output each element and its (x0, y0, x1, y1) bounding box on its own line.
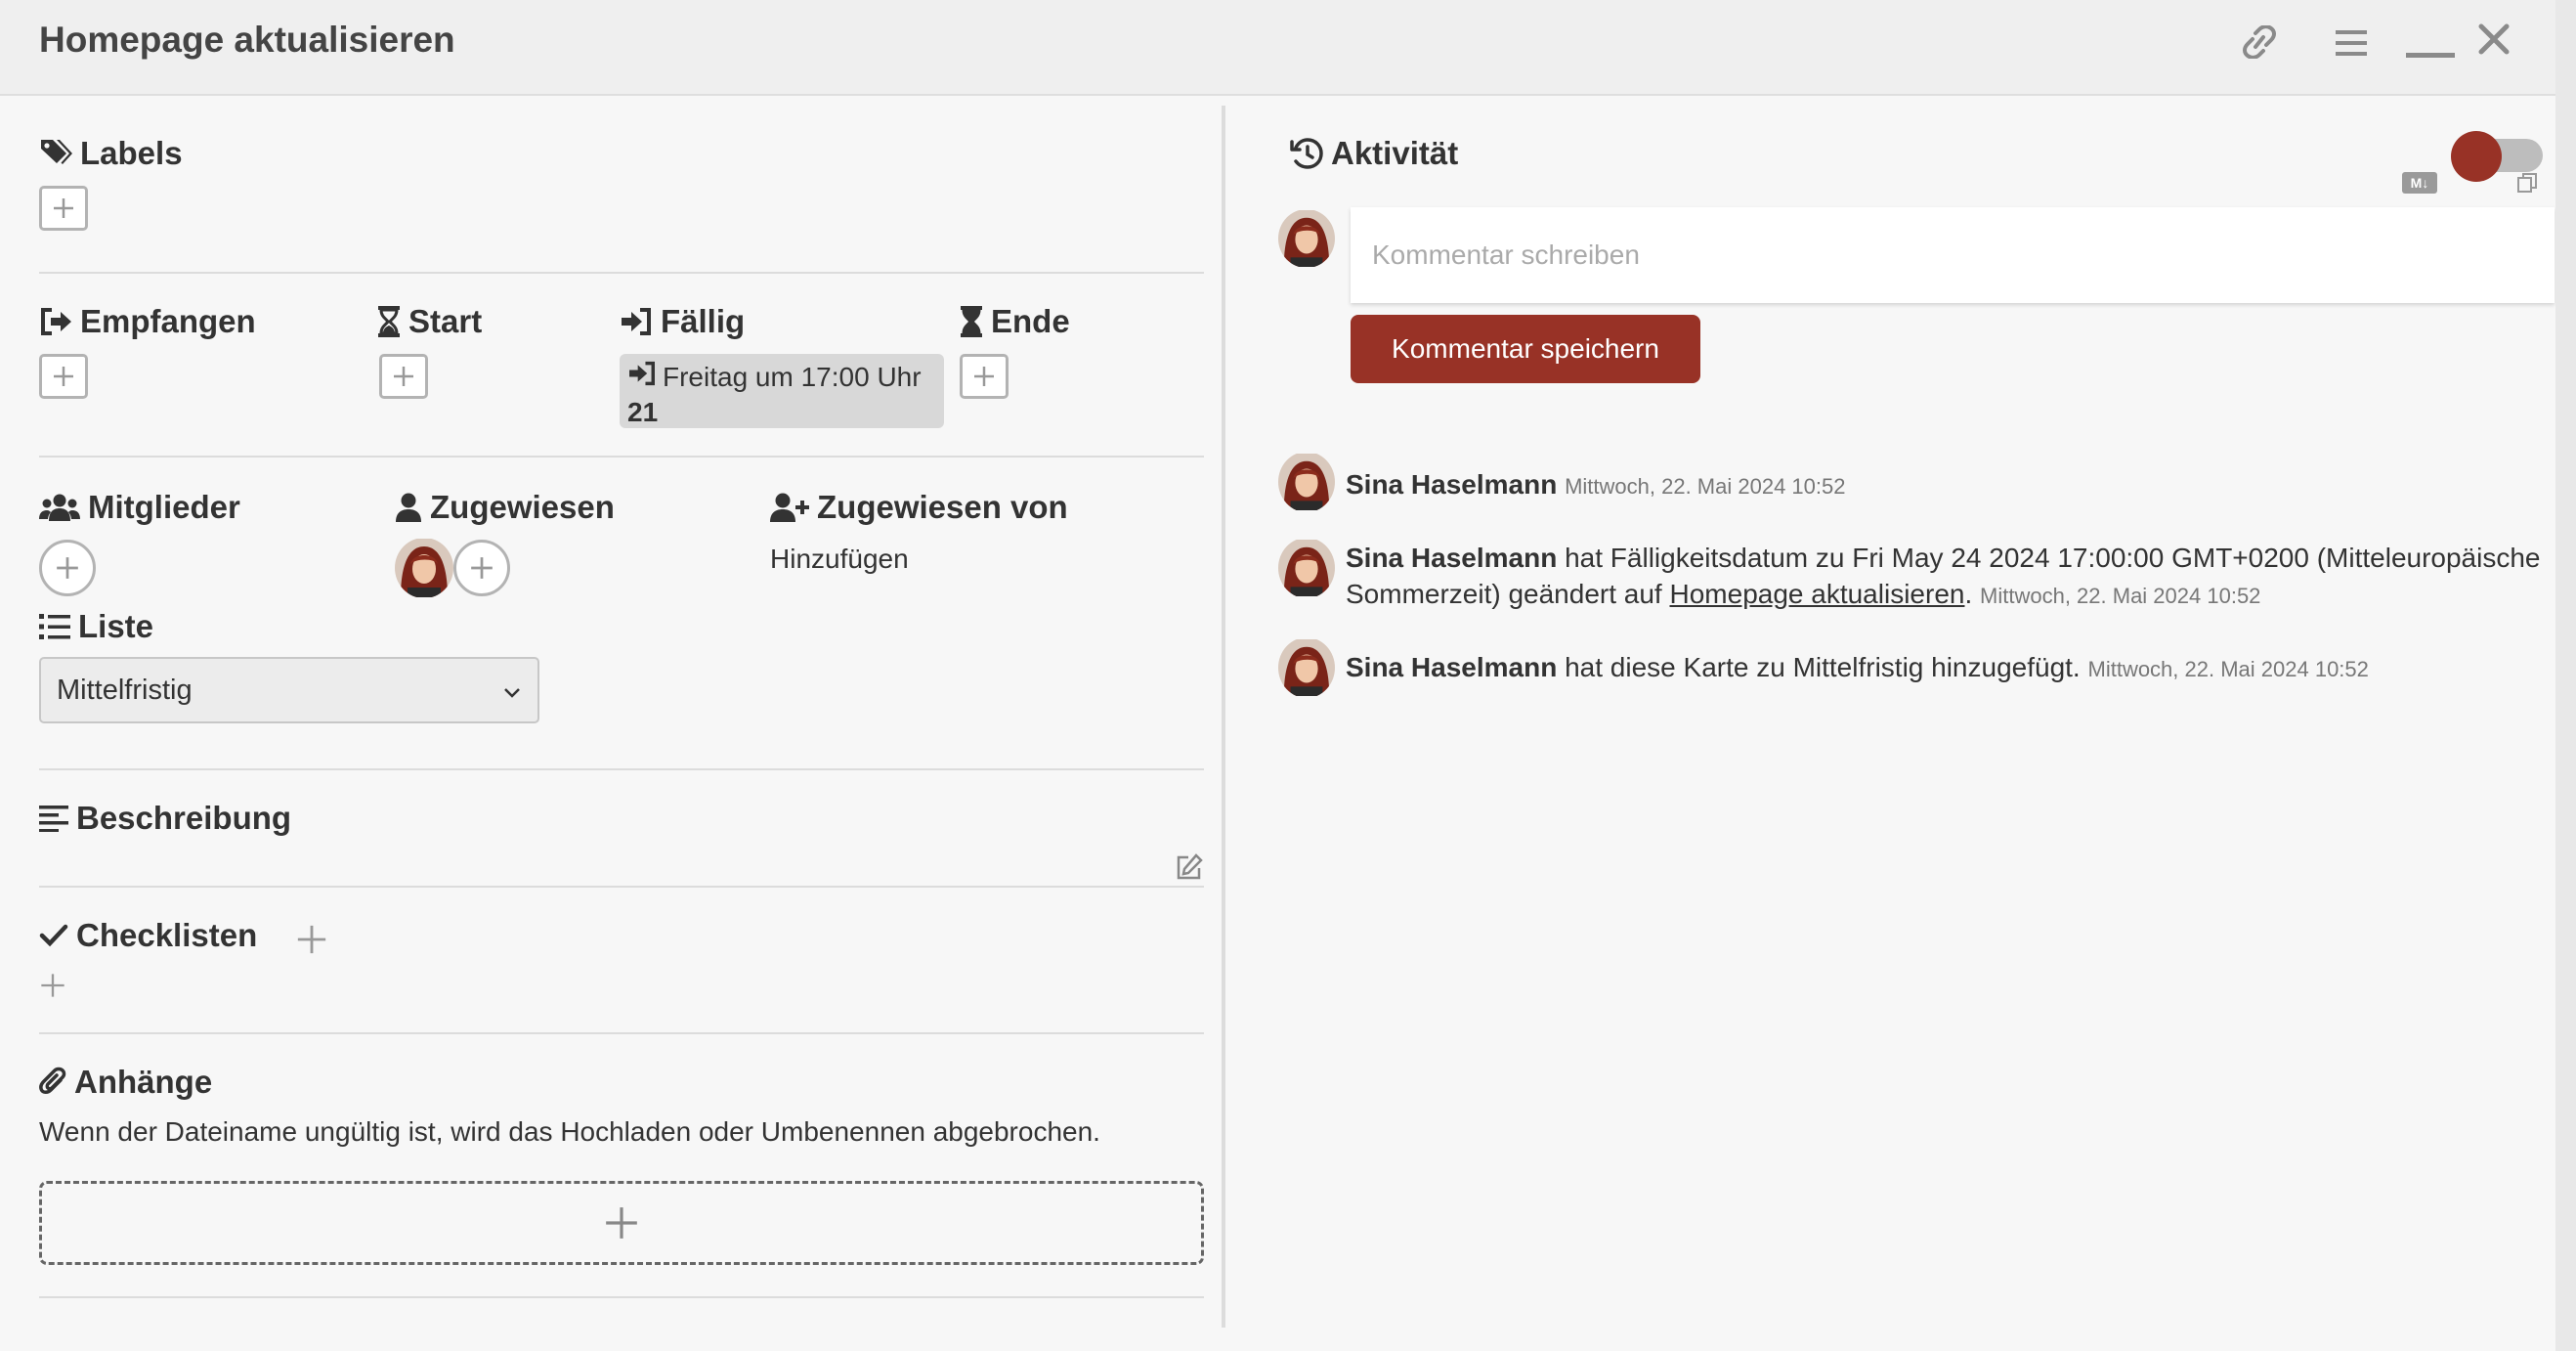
divider (39, 1296, 1204, 1298)
toggle-knob (2451, 131, 2502, 182)
list-heading: Liste (39, 608, 153, 645)
assigned-by-heading: Zugewiesen von (770, 489, 1068, 526)
divider (39, 886, 1204, 888)
history-icon (1290, 138, 1323, 169)
hourglass-end-icon (960, 306, 983, 337)
add-member-button[interactable] (39, 540, 96, 596)
received-heading: Empfangen (39, 303, 256, 340)
markdown-badge: M↓ (2402, 172, 2437, 194)
add-start-date-button[interactable] (379, 354, 428, 399)
align-left-icon (39, 805, 68, 832)
divider (39, 456, 1204, 458)
activity-avatar (1278, 452, 1335, 512)
attachments-heading: Anhänge (39, 1064, 212, 1101)
card-link[interactable]: Homepage aktualisieren (1670, 579, 1965, 609)
add-end-date-button[interactable] (960, 354, 1009, 399)
labels-heading: Labels (39, 135, 183, 172)
list-select[interactable]: Mittelfristig (39, 657, 539, 723)
comment-input[interactable] (1351, 207, 2555, 303)
add-checklist-button[interactable] (39, 972, 66, 1004)
edit-description-icon[interactable] (1175, 852, 1204, 887)
due-heading: Fällig (620, 303, 745, 340)
user-plus-icon (770, 493, 809, 522)
card-header: Homepage aktualisieren (0, 0, 2555, 96)
hourglass-start-icon (377, 306, 401, 337)
activity-item: Sina Haselmann hat diese Karte zu Mittel… (1346, 649, 2369, 687)
start-heading: Start (377, 303, 482, 340)
activity-text: hat diese Karte zu Mittelfristig hinzuge… (1565, 652, 2081, 682)
save-comment-button[interactable]: Kommentar speichern (1351, 315, 1700, 383)
activity-user[interactable]: Sina Haselmann (1346, 543, 1557, 573)
activity-text: Sommerzeit) geändert auf (1346, 579, 1662, 609)
activity-user[interactable]: Sina Haselmann (1346, 652, 1557, 682)
sign-in-icon (620, 307, 653, 336)
add-assignee-button[interactable] (453, 540, 510, 596)
add-checklist-top-button[interactable] (295, 923, 328, 961)
paperclip-icon (39, 1067, 66, 1098)
divider (39, 1032, 1204, 1034)
due-date-badge[interactable]: Freitag um 17:00 Uhr 21 (620, 354, 944, 428)
assigned-by-add-link[interactable]: Hinzufügen (770, 544, 909, 575)
card-details-panel: Homepage aktualisieren Labels Empfangen … (0, 0, 2555, 1351)
hamburger-menu-icon[interactable] (2336, 29, 2367, 57)
members-heading: Mitglieder (39, 489, 240, 526)
column-divider (1222, 106, 1225, 1328)
activity-user[interactable]: Sina Haselmann (1346, 469, 1557, 500)
activity-avatar (1278, 637, 1335, 698)
close-icon[interactable] (2478, 23, 2510, 55)
chevron-down-icon (502, 675, 522, 707)
add-received-date-button[interactable] (39, 354, 88, 399)
attachments-note: Wenn der Dateiname ungültig ist, wird da… (39, 1116, 1100, 1147)
link-icon[interactable] (2238, 25, 2281, 59)
user-icon (395, 493, 422, 522)
sign-out-icon (39, 307, 72, 336)
activity-item: Sina Haselmann Mittwoch, 22. Mai 2024 10… (1346, 466, 1845, 504)
tags-icon (39, 138, 72, 169)
check-icon (39, 923, 68, 948)
sign-in-icon (627, 360, 657, 395)
attachment-dropzone[interactable] (39, 1181, 1204, 1265)
due-date-year: 21 (627, 397, 659, 427)
activity-timestamp: Mittwoch, 22. Mai 2024 10:52 (1565, 474, 1846, 499)
activity-timestamp: Mittwoch, 22. Mai 2024 10:52 (2087, 657, 2369, 681)
list-select-value: Mittelfristig (57, 674, 193, 706)
divider (39, 272, 1204, 274)
divider (39, 768, 1204, 770)
copy-icon[interactable] (2516, 172, 2538, 198)
assignee-avatar[interactable] (395, 538, 453, 598)
add-label-button[interactable] (39, 186, 88, 231)
due-date-text: Freitag um 17:00 Uhr (663, 362, 922, 392)
end-heading: Ende (960, 303, 1070, 340)
activity-heading: Aktivität (1290, 135, 1458, 172)
card-title[interactable]: Homepage aktualisieren (39, 20, 455, 61)
checklists-heading: Checklisten (39, 917, 257, 954)
users-icon (39, 493, 80, 522)
current-user-avatar (1278, 209, 1335, 268)
list-icon (39, 613, 70, 640)
assigned-heading: Zugewiesen (395, 489, 615, 526)
minimize-icon[interactable] (2406, 51, 2455, 59)
activity-timestamp: Mittwoch, 22. Mai 2024 10:52 (1980, 584, 2261, 608)
description-heading: Beschreibung (39, 800, 291, 837)
activity-item: Sina Haselmann hat Fälligkeitsdatum zu F… (1346, 543, 2541, 609)
activity-text: hat Fälligkeitsdatum zu Fri May 24 2024 … (1565, 543, 2541, 573)
activity-avatar (1278, 538, 1335, 598)
